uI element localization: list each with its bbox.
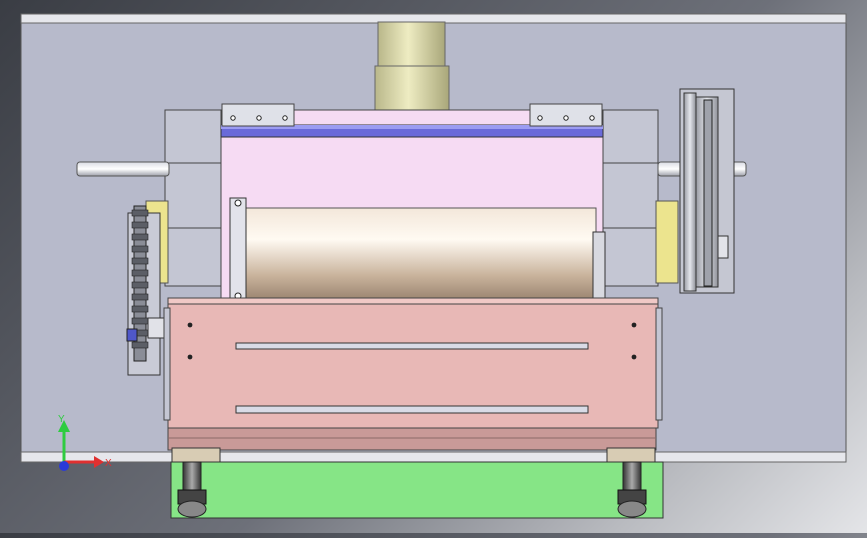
top-spindle-upper [377,21,446,67]
lower-box-upper-slot [235,342,589,350]
base-plate-bottom-rail [20,451,847,463]
right-frame [599,109,659,287]
left-shaft [76,161,170,177]
cad-model-scene[interactable] [0,0,867,533]
z-axis-dot [59,461,69,471]
top-spindle-lower [374,65,450,111]
lower-box-lower-slot [235,405,589,414]
pulley-outer [683,92,697,292]
pulley-cap [717,235,729,259]
left-top-bracket [221,103,295,127]
x-axis-arrow [94,456,104,468]
chain-blue-clip [126,328,138,342]
right-sprocket-block [655,200,679,284]
foot-plate [170,461,664,519]
left-frame [164,109,223,287]
lower-box-top-rim [167,297,659,305]
roller-left-clamp [229,197,247,301]
right-top-bracket [529,103,603,127]
roller [240,207,597,299]
y-axis-label: Y [58,414,65,425]
pulley-hub [703,99,713,287]
roller-right-clamp [592,231,606,299]
cad-viewport[interactable]: Y X [0,0,867,533]
lower-box-bottom-plate [167,427,657,451]
lower-box-left-edge [163,307,171,421]
coordinate-triad: Y X [58,414,112,471]
lower-box-right-edge [655,307,663,421]
x-axis-label: X [105,458,112,469]
